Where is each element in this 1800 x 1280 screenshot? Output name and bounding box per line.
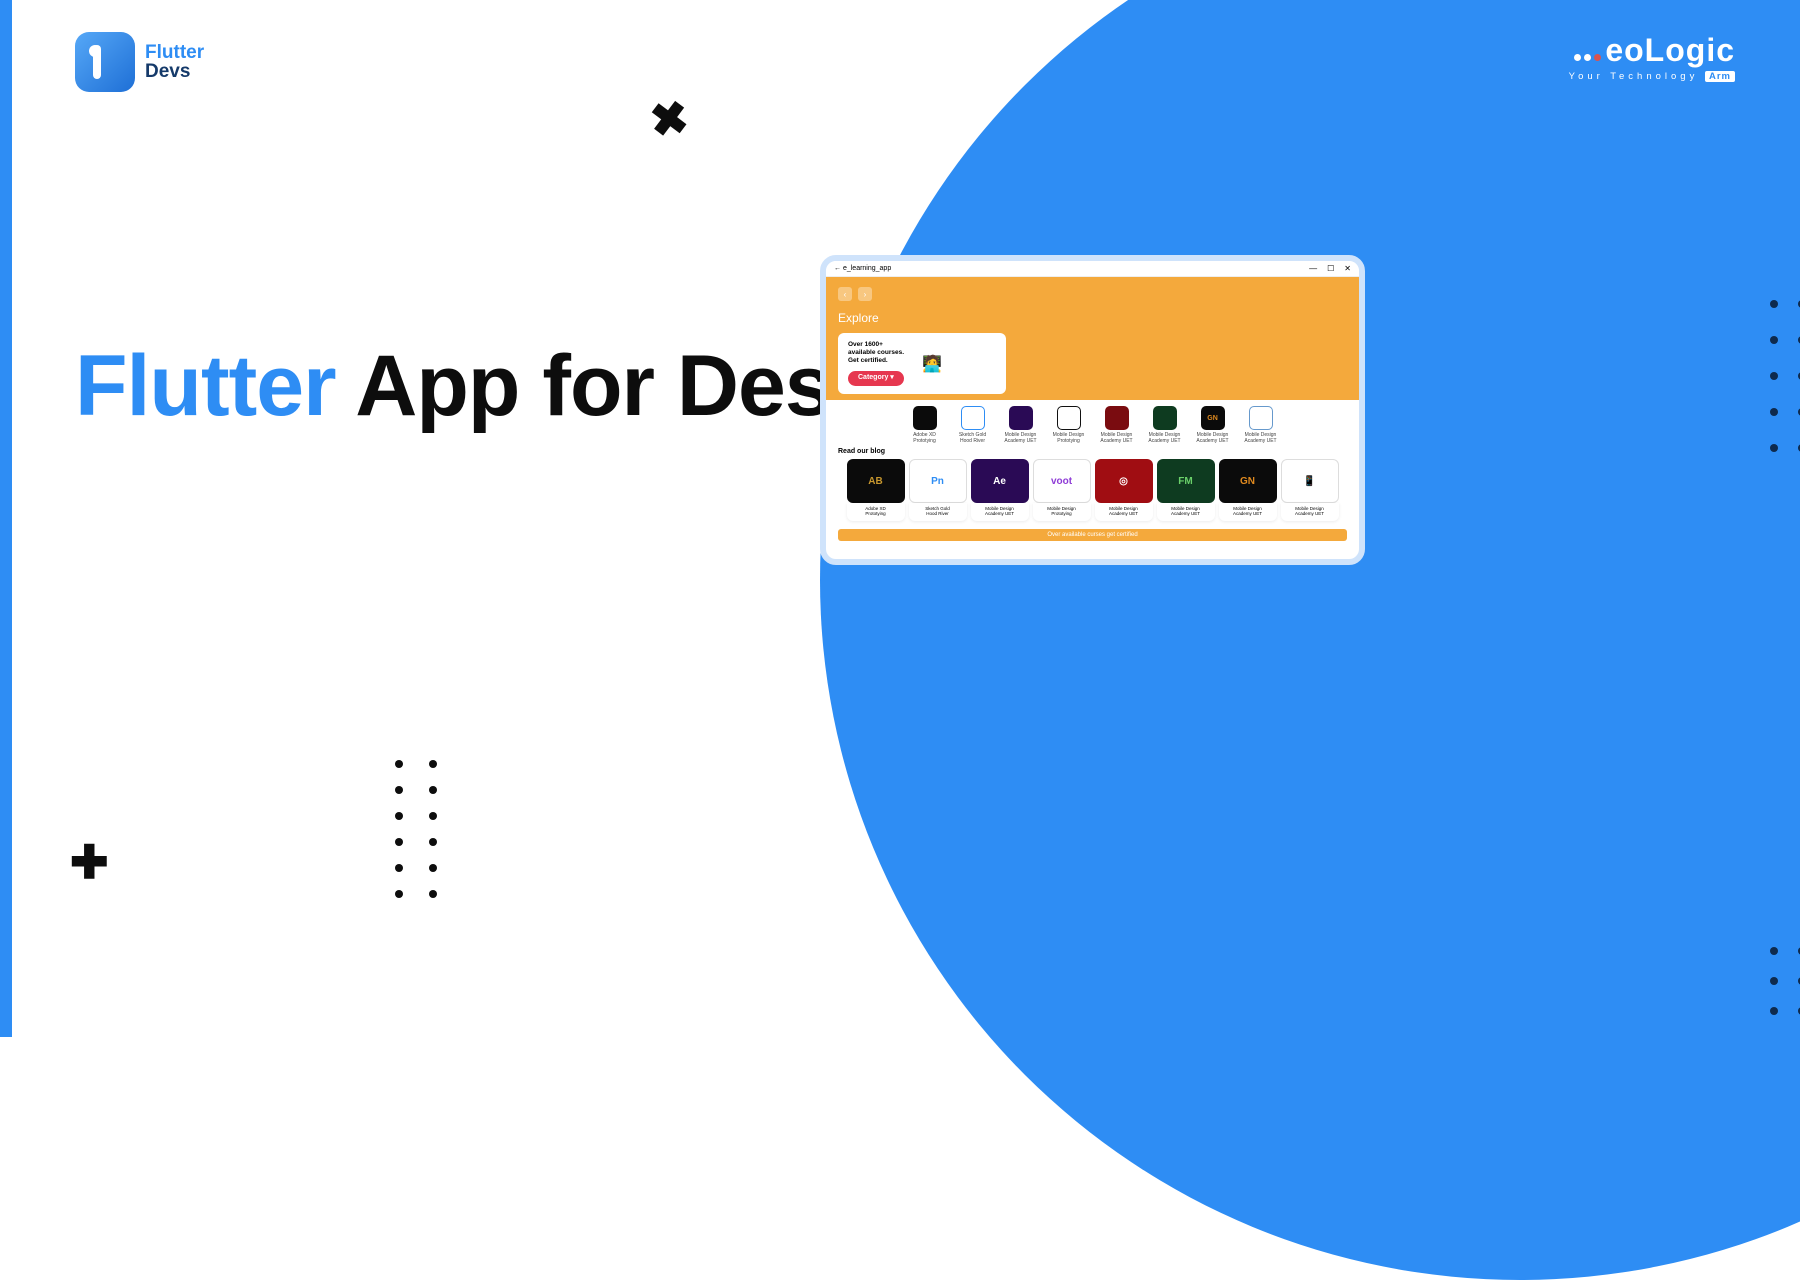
logo-line1: Flutter bbox=[145, 43, 204, 62]
category-icon bbox=[1009, 406, 1033, 430]
blog-card[interactable]: PnSketch GoldHood River bbox=[909, 459, 967, 521]
category-item[interactable]: Mobile DesignAcademy UET bbox=[1001, 406, 1041, 444]
category-item[interactable]: Mobile DesignAcademy UET bbox=[1097, 406, 1137, 444]
dot-grid-right bbox=[1770, 300, 1800, 452]
category-icon bbox=[961, 406, 985, 430]
promo-card: Over 1600+ available courses. Get certif… bbox=[838, 333, 1006, 394]
nav-arrows: ‹ › bbox=[838, 287, 1347, 301]
category-label: Adobe XDPrototying bbox=[905, 433, 945, 444]
x-decor-icon: ✖ bbox=[646, 90, 692, 149]
blog-card-label: Mobile DesignAcademy UET bbox=[1219, 503, 1277, 521]
category-label: Mobile DesignAcademy UET bbox=[1241, 433, 1281, 444]
category-label: Mobile DesignAcademy UET bbox=[1001, 433, 1041, 444]
explore-heading: Explore bbox=[838, 311, 1347, 325]
categories-row: Adobe XDPrototying Sketch GoldHood River M… bbox=[826, 400, 1359, 448]
blog-card-label: Mobile DesignAcademy UET bbox=[1281, 503, 1339, 521]
bottom-cta-bar[interactable]: Over available curses get certified bbox=[838, 529, 1347, 541]
nav-next-icon[interactable]: › bbox=[858, 287, 872, 301]
category-icon bbox=[1057, 406, 1081, 430]
category-label: Mobile DesignAcademy UET bbox=[1097, 433, 1137, 444]
category-icon bbox=[1153, 406, 1177, 430]
nav-prev-icon[interactable]: ‹ bbox=[838, 287, 852, 301]
window-minimize-icon[interactable]: — bbox=[1309, 265, 1317, 273]
promo-text: Over 1600+ available courses. Get certif… bbox=[848, 341, 904, 386]
category-item[interactable]: GN Mobile DesignAcademy UET bbox=[1193, 406, 1233, 444]
flutterdevs-logo-mark bbox=[75, 32, 135, 92]
category-item[interactable]: Mobile DesignPrototying bbox=[1049, 406, 1089, 444]
desktop-app-window: ← e_learning_app — ☐ ✕ ‹ › Explore Over … bbox=[820, 255, 1365, 565]
category-icon: GN bbox=[1201, 406, 1225, 430]
aeologic-wordmark: eoLogic bbox=[1569, 32, 1735, 69]
window-titlebar: ← e_learning_app — ☐ ✕ bbox=[826, 261, 1359, 277]
blog-card-icon: GN bbox=[1219, 459, 1277, 503]
blog-card[interactable]: GNMobile DesignAcademy UET bbox=[1219, 459, 1277, 521]
category-button[interactable]: Category ▾ bbox=[848, 371, 904, 386]
aeologic-tagline: Your Technology Arm bbox=[1569, 71, 1735, 82]
heading-highlight: Flutter bbox=[75, 338, 336, 434]
window-close-icon[interactable]: ✕ bbox=[1344, 265, 1351, 273]
blog-card[interactable]: AeMobile DesignAcademy UET bbox=[971, 459, 1029, 521]
blog-card-label: Mobile DesignPrototying bbox=[1033, 503, 1091, 521]
aeologic-logo: eoLogic Your Technology Arm bbox=[1569, 32, 1735, 82]
blog-card-label: Adobe XDPrototying bbox=[847, 503, 905, 521]
blog-card[interactable]: vootMobile DesignPrototying bbox=[1033, 459, 1091, 521]
blog-card[interactable]: FMMobile DesignAcademy UET bbox=[1157, 459, 1215, 521]
blog-card-icon: FM bbox=[1157, 459, 1215, 503]
blog-card-label: Sketch GoldHood River bbox=[909, 503, 967, 521]
category-label: Sketch GoldHood River bbox=[953, 433, 993, 444]
plus-decor-icon: ✚ bbox=[70, 835, 109, 889]
blog-card[interactable]: 📱Mobile DesignAcademy UET bbox=[1281, 459, 1339, 521]
category-item[interactable]: Sketch GoldHood River bbox=[953, 406, 993, 444]
hero-banner: ‹ › Explore Over 1600+ available courses… bbox=[826, 277, 1359, 400]
category-item[interactable]: Adobe XDPrototying bbox=[905, 406, 945, 444]
blog-card-icon: Ae bbox=[971, 459, 1029, 503]
flutterdevs-logo: Flutter Devs bbox=[75, 32, 204, 92]
aeologic-brand: eoLogic bbox=[1605, 32, 1735, 69]
aeologic-dots-icon bbox=[1574, 54, 1601, 61]
category-label: Mobile DesignAcademy UET bbox=[1193, 433, 1233, 444]
logo-line2: Devs bbox=[145, 62, 204, 81]
category-item[interactable]: Mobile DesignAcademy UET bbox=[1145, 406, 1185, 444]
promo-illustration-icon: 🧑‍💻 bbox=[918, 352, 946, 376]
window-back-icon[interactable]: ← e_learning_app bbox=[834, 265, 891, 272]
blog-heading: Read our blog bbox=[826, 448, 1359, 455]
blog-card-icon: Pn bbox=[909, 459, 967, 503]
blog-cards-row: ABAdobe XDPrototyingPnSketch GoldHood Ri… bbox=[826, 455, 1359, 527]
blog-card-label: Mobile DesignAcademy UET bbox=[1095, 503, 1153, 521]
blue-circle-bg bbox=[820, 0, 1800, 1280]
dot-grid-bottom bbox=[1770, 947, 1800, 1015]
blog-card[interactable]: ABAdobe XDPrototying bbox=[847, 459, 905, 521]
category-label: Mobile DesignPrototying bbox=[1049, 433, 1089, 444]
blog-card-label: Mobile DesignAcademy UET bbox=[971, 503, 1029, 521]
flutterdevs-logo-text: Flutter Devs bbox=[145, 43, 204, 81]
dot-grid-left bbox=[395, 760, 437, 898]
blog-card-icon: ◎ bbox=[1095, 459, 1153, 503]
window-maximize-icon[interactable]: ☐ bbox=[1327, 265, 1334, 273]
category-item[interactable]: Mobile DesignAcademy UET bbox=[1241, 406, 1281, 444]
category-icon bbox=[1249, 406, 1273, 430]
blog-card-icon: 📱 bbox=[1281, 459, 1339, 503]
blog-card[interactable]: ◎Mobile DesignAcademy UET bbox=[1095, 459, 1153, 521]
category-label: Mobile DesignAcademy UET bbox=[1145, 433, 1185, 444]
category-icon bbox=[1105, 406, 1129, 430]
blog-card-label: Mobile DesignAcademy UET bbox=[1157, 503, 1215, 521]
blog-card-icon: AB bbox=[847, 459, 905, 503]
blog-card-icon: voot bbox=[1033, 459, 1091, 503]
side-accent-bar bbox=[0, 0, 12, 1037]
category-icon bbox=[913, 406, 937, 430]
